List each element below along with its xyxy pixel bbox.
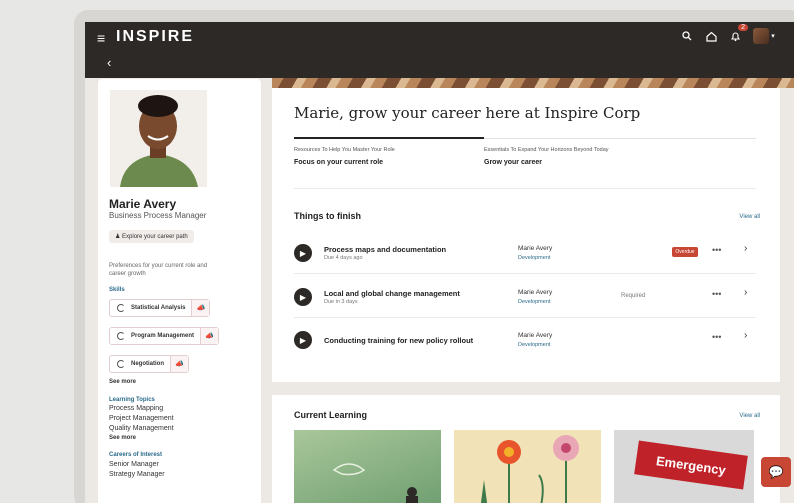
profile-photo: [110, 90, 207, 187]
avatar: [753, 28, 770, 44]
learning-topic-item[interactable]: Process Mapping: [109, 405, 163, 412]
progress-ring-icon: [117, 332, 125, 340]
active-tab-indicator: [294, 137, 484, 139]
required-label: Required: [621, 293, 646, 299]
profile-name: Marie Avery: [109, 197, 177, 211]
learning-thumbnail[interactable]: [454, 430, 601, 503]
profile-panel: Marie Avery Business Process Manager ♟ E…: [98, 79, 261, 503]
divider: [294, 317, 756, 318]
megaphone-icon[interactable]: 📣: [200, 328, 219, 344]
task-title[interactable]: Local and global change management: [324, 289, 460, 298]
preferences-text: Preferences for your current role and ca…: [109, 263, 208, 277]
home-icon[interactable]: [704, 29, 718, 43]
play-icon[interactable]: ▶: [294, 244, 312, 262]
career-card: Marie, grow your career here at Inspire …: [272, 88, 780, 382]
careers-label: Careers of Interest: [109, 452, 163, 458]
career-item[interactable]: Strategy Manager: [109, 471, 165, 478]
current-learning-card: Current Learning View all Emergency: [272, 395, 780, 503]
chevron-right-icon[interactable]: ›: [744, 243, 747, 254]
divider: [294, 273, 756, 274]
explore-career-path-button[interactable]: ♟ Explore your career path: [109, 230, 194, 243]
skill-chip-statistical-analysis[interactable]: Statistical Analysis 📣: [109, 299, 211, 317]
profile-role: Business Process Manager: [109, 211, 207, 220]
chevron-down-icon: ▾: [771, 33, 775, 40]
emergency-key: Emergency: [634, 440, 748, 490]
learning-topic-item[interactable]: Quality Management: [109, 425, 174, 432]
app-screen: ≡ INSPIRE ‹ 2 ▾ Marie Avery Business Pro…: [85, 22, 794, 503]
learning-topic-item[interactable]: Project Management: [109, 415, 174, 422]
divider: [294, 188, 756, 189]
career-item[interactable]: Senior Manager: [109, 461, 159, 468]
tab-grow-career[interactable]: Essentials To Expand Your Horizons Beyon…: [484, 147, 609, 166]
learning-thumbnail[interactable]: Emergency: [614, 430, 754, 503]
notifications-bell-icon[interactable]: 2: [728, 24, 748, 43]
current-learning-title: Current Learning: [294, 410, 368, 420]
play-icon[interactable]: ▶: [294, 288, 312, 306]
task-assignee: Marie Avery: [518, 332, 553, 339]
notification-badge: 2: [738, 24, 748, 31]
path-icon: ♟: [115, 234, 123, 240]
current-learning-view-all-link[interactable]: View all: [739, 413, 760, 419]
skill-chip-negotiation[interactable]: Negotiation 📣: [109, 355, 189, 373]
skills-see-more-link[interactable]: See more: [109, 379, 136, 385]
task-assignee: Marie Avery: [518, 289, 553, 296]
hamburger-menu-icon[interactable]: ≡: [97, 31, 105, 45]
task-title[interactable]: Conducting training for new policy rollo…: [324, 336, 473, 345]
chat-icon: 💬: [768, 465, 784, 479]
megaphone-icon[interactable]: 📣: [170, 356, 188, 372]
more-actions-icon[interactable]: •••: [712, 332, 721, 342]
top-icons-group: 2 ▾: [680, 24, 776, 44]
skills-label: Skills: [109, 287, 125, 293]
topics-see-more-link[interactable]: See more: [109, 435, 136, 441]
user-avatar-menu[interactable]: ▾: [752, 28, 776, 44]
chevron-right-icon[interactable]: ›: [744, 287, 747, 298]
learning-thumbnail[interactable]: [294, 430, 441, 503]
play-icon[interactable]: ▶: [294, 331, 312, 349]
page-title: Marie, grow your career here at Inspire …: [294, 104, 641, 122]
task-due: Due in 3 days: [324, 299, 358, 305]
search-icon[interactable]: [680, 29, 694, 43]
progress-ring-icon: [117, 360, 125, 368]
progress-ring-icon: [117, 304, 125, 312]
back-chevron-icon[interactable]: ‹: [107, 55, 111, 70]
more-actions-icon[interactable]: •••: [712, 245, 721, 255]
things-to-finish-title: Things to finish: [294, 211, 361, 221]
overdue-badge: Overdue: [672, 247, 698, 257]
skill-chip-program-management[interactable]: Program Management 📣: [109, 327, 220, 345]
task-department: Development: [518, 299, 551, 305]
learning-topics-label: Learning Topics: [109, 397, 155, 403]
task-title[interactable]: Process maps and documentation: [324, 245, 446, 254]
task-department: Development: [518, 255, 551, 261]
decorative-banner: [272, 78, 794, 88]
more-actions-icon[interactable]: •••: [712, 289, 721, 299]
task-department: Development: [518, 342, 551, 348]
chevron-right-icon[interactable]: ›: [744, 330, 747, 341]
things-view-all-link[interactable]: View all: [739, 214, 760, 220]
top-navigation-bar: ≡ INSPIRE ‹ 2 ▾: [85, 22, 794, 78]
tab-divider: [484, 138, 756, 139]
task-assignee: Marie Avery: [518, 245, 553, 252]
chat-button[interactable]: 💬: [761, 457, 791, 487]
task-due: Due 4 days ago: [324, 255, 363, 261]
brand-logo[interactable]: INSPIRE: [116, 28, 194, 46]
tab-current-role[interactable]: Resources To Help You Master Your Role F…: [294, 147, 395, 166]
megaphone-icon[interactable]: 📣: [191, 300, 210, 316]
